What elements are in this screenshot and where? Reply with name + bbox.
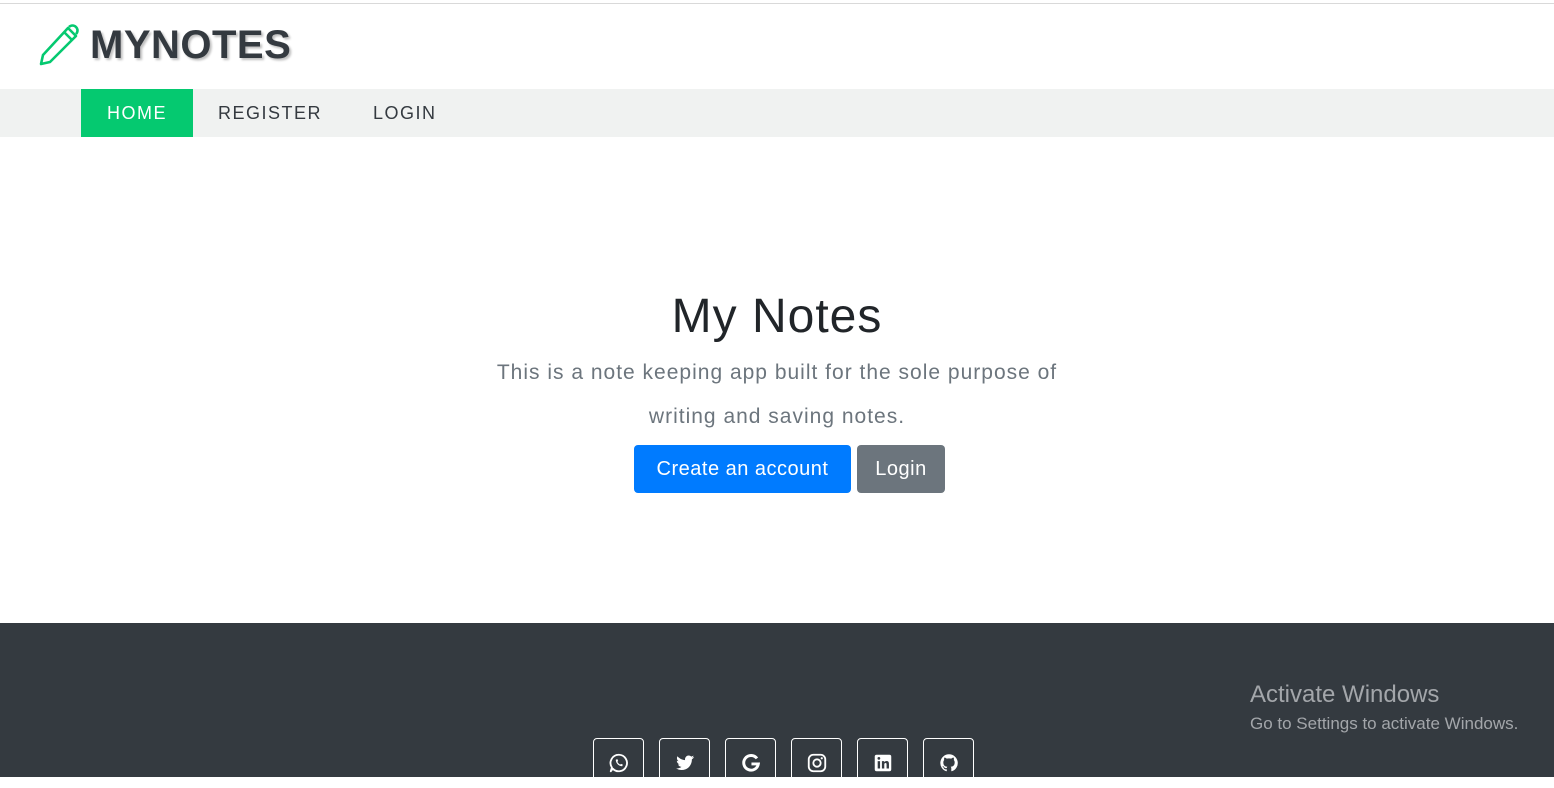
navbar: HOME REGISTER LOGIN (0, 89, 1554, 137)
whatsapp-icon (609, 753, 628, 773)
brand[interactable]: MYNOTES (38, 22, 291, 68)
watermark-subtitle: Go to Settings to activate Windows. (1250, 714, 1519, 733)
create-account-button[interactable]: Create an account (634, 445, 851, 493)
google-button[interactable] (725, 738, 776, 788)
linkedin-icon (874, 754, 891, 772)
social-links (593, 738, 974, 788)
top-divider (0, 3, 1554, 4)
nav-item-login[interactable]: LOGIN (347, 89, 463, 137)
twitter-icon (675, 755, 694, 771)
pencil-icon (39, 24, 79, 66)
page-title: My Notes (671, 290, 883, 343)
github-icon (939, 754, 958, 772)
instagram-button[interactable] (791, 738, 842, 788)
instagram-icon (807, 753, 826, 773)
login-button[interactable]: Login (857, 445, 945, 493)
github-button[interactable] (923, 738, 974, 788)
brand-name: MYNOTES (90, 23, 292, 67)
hero-actions: Create an account Login (634, 445, 945, 493)
twitter-button[interactable] (659, 738, 710, 788)
whatsapp-button[interactable] (593, 738, 644, 788)
activate-windows-watermark: Activate Windows Go to Settings to activ… (1250, 680, 1518, 738)
watermark-title: Activate Windows (1250, 681, 1440, 708)
nav-item-home[interactable]: HOME (81, 89, 193, 137)
google-icon (741, 754, 760, 772)
hero-description: This is a note keeping app built for the… (496, 361, 1058, 428)
linkedin-button[interactable] (857, 738, 908, 788)
nav-item-register[interactable]: REGISTER (192, 89, 348, 137)
hero-section: My Notes This is a note keeping app buil… (0, 285, 1554, 439)
